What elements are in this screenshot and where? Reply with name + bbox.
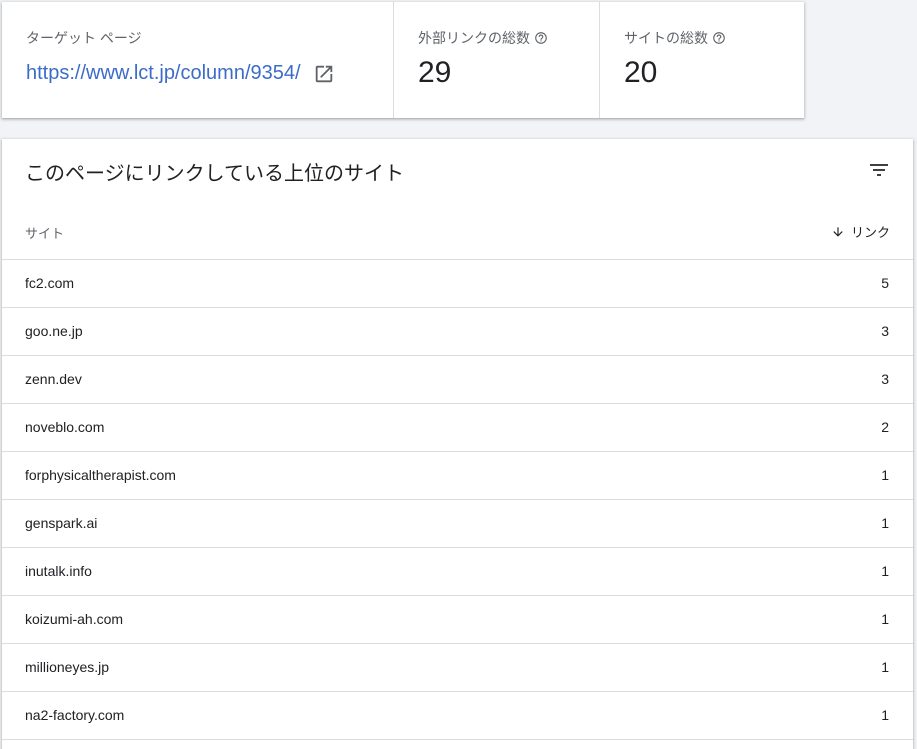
table-row[interactable]: goo.ne.jp 3 [2, 308, 913, 356]
cell-site: millioneyes.jp [25, 659, 110, 675]
cell-links: 1 [881, 515, 889, 531]
cell-site: noveblo.com [25, 419, 105, 435]
column-header-site[interactable]: サイト [25, 223, 64, 242]
cell-site: inutalk.info [25, 563, 92, 579]
cell-site: genspark.ai [25, 515, 98, 531]
table-row[interactable]: inutalk.info 1 [2, 548, 913, 596]
cell-site: koizumi-ah.com [25, 611, 124, 627]
cell-site: zenn.dev [25, 371, 82, 387]
open-in-new-icon[interactable] [313, 63, 335, 85]
total-links-label: 外部リンクの総数 [418, 30, 530, 46]
cell-site: na2-factory.com [25, 707, 125, 723]
table-row[interactable]: zenn.dev 3 [2, 356, 913, 404]
arrow-down-icon [831, 225, 845, 239]
cell-links: 1 [881, 563, 889, 579]
filter-icon[interactable] [867, 158, 891, 182]
cell-site: forphysicaltherapist.com [25, 467, 176, 483]
cell-site: goo.ne.jp [25, 323, 83, 339]
cell-links: 1 [881, 659, 889, 675]
cell-links: 3 [881, 371, 889, 387]
cell-site: fc2.com [25, 275, 75, 291]
target-page-card: ターゲット ページ https://www.lct.jp/column/9354… [2, 2, 393, 118]
help-circle-icon[interactable] [712, 31, 726, 45]
total-sites-label: サイトの総数 [624, 30, 708, 46]
column-header-links[interactable]: リンク [831, 222, 890, 241]
cell-links: 2 [881, 419, 889, 435]
cell-links: 5 [881, 275, 889, 291]
total-links-card: 外部リンクの総数 29 [393, 2, 599, 118]
cell-links: 1 [881, 611, 889, 627]
column-header-links-label: リンク [850, 225, 890, 240]
table-row[interactable]: noveblo.com 2 [2, 404, 913, 452]
target-page-label: ターゲット ページ [26, 30, 142, 46]
table-row[interactable]: koizumi-ah.com 1 [2, 596, 913, 644]
target-page-link[interactable]: https://www.lct.jp/column/9354/ [26, 62, 301, 85]
top-linking-sites-panel: このページにリンクしている上位のサイト サイト リンク fc2.com 5 goo.… [2, 139, 913, 749]
summary-cards: ターゲット ページ https://www.lct.jp/column/9354… [2, 2, 804, 118]
table-row[interactable]: millioneyes.jp 1 [2, 644, 913, 692]
total-sites-value: 20 [624, 56, 658, 89]
cell-links: 1 [881, 467, 889, 483]
table-row[interactable]: genspark.ai 1 [2, 500, 913, 548]
cell-links: 3 [881, 323, 889, 339]
table-header: サイト リンク [2, 209, 913, 260]
cell-links: 1 [881, 707, 889, 723]
total-links-value: 29 [418, 56, 452, 89]
table-row[interactable]: forphysicaltherapist.com 1 [2, 452, 913, 500]
table-body: fc2.com 5 goo.ne.jp 3 zenn.dev 3 noveblo.com 2 f… [2, 260, 913, 740]
help-circle-icon[interactable] [534, 31, 548, 45]
table-row[interactable]: fc2.com 5 [2, 260, 913, 308]
panel-title: このページにリンクしている上位のサイト [25, 163, 404, 185]
table-row[interactable]: na2-factory.com 1 [2, 692, 913, 740]
total-sites-card: サイトの総数 20 [599, 2, 804, 118]
